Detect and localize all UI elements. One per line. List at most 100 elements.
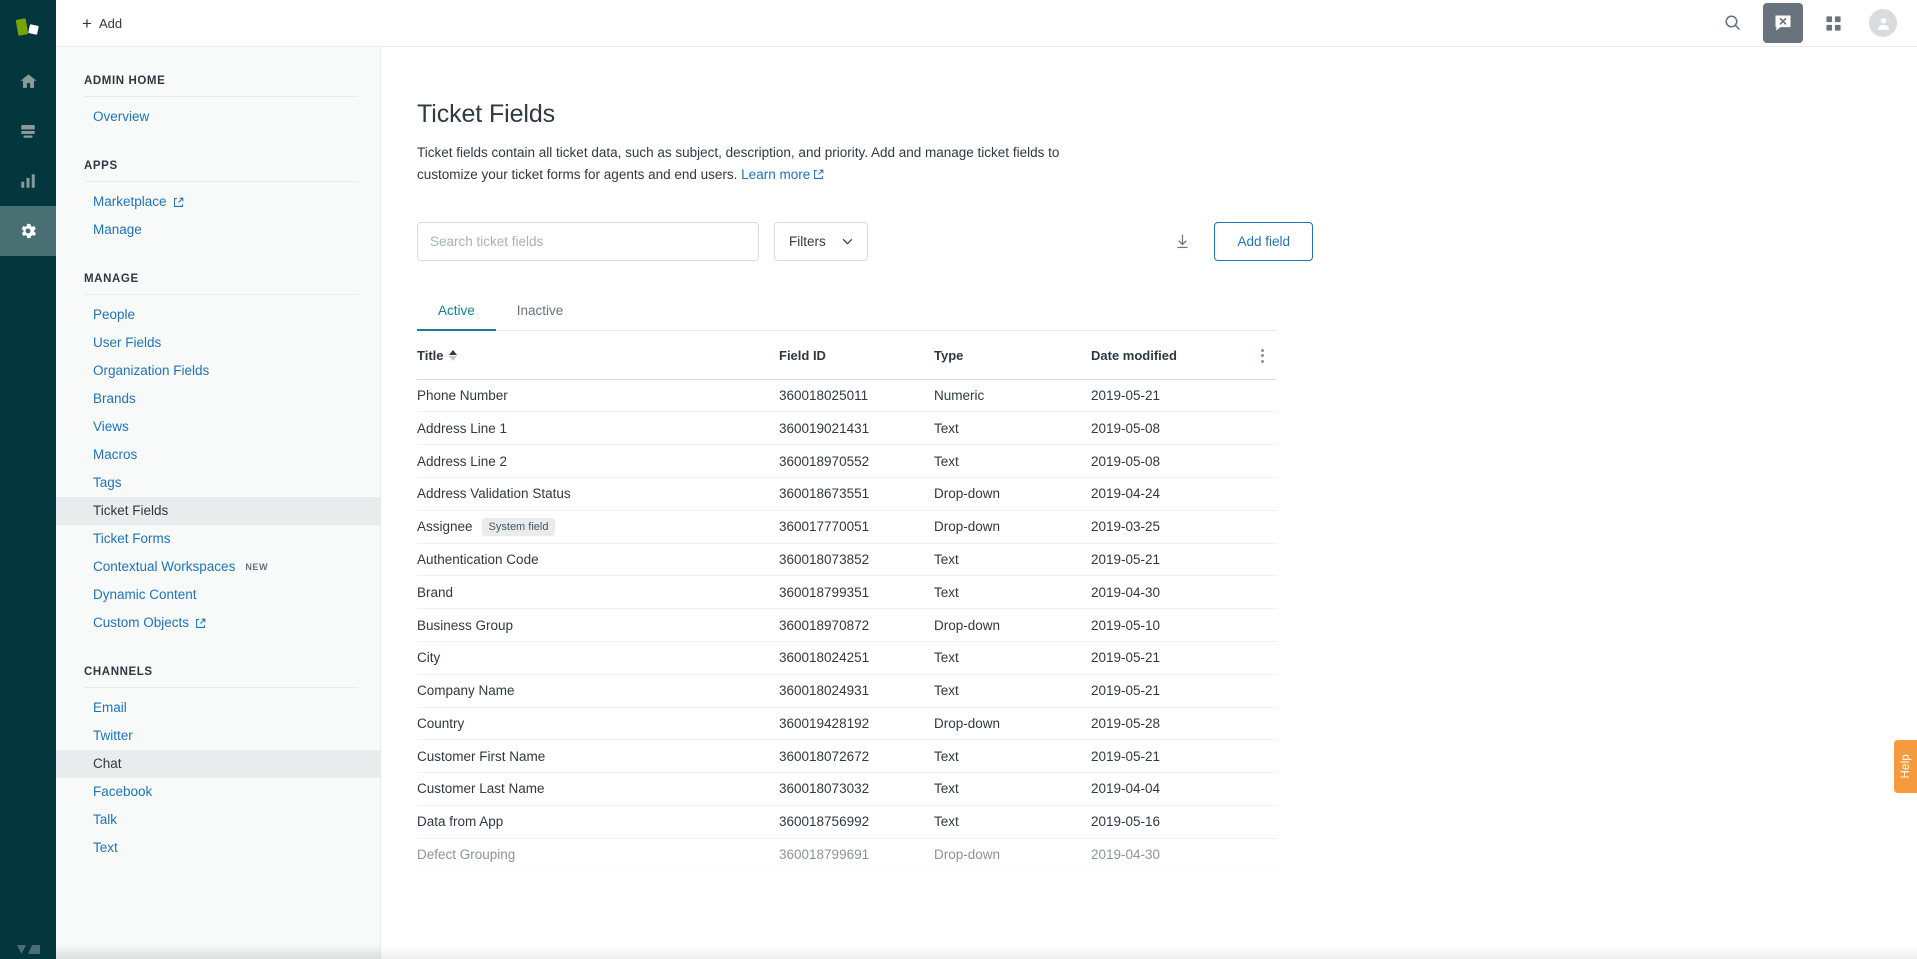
sidebar-item-facebook[interactable]: Facebook: [56, 778, 380, 806]
ticket-fields-table: Title Field ID Type Date modified: [417, 331, 1277, 872]
field-title: Country: [417, 716, 464, 731]
cell-date-modified: 2019-05-16: [1091, 814, 1247, 829]
table-row[interactable]: Company Name360018024931Text2019-05-21: [417, 675, 1277, 708]
tab-active[interactable]: Active: [417, 294, 496, 331]
table-row[interactable]: Business Group360018970872Drop-down2019-…: [417, 609, 1277, 642]
sidebar-item-talk[interactable]: Talk: [56, 806, 380, 834]
column-header-title-label: Title: [417, 348, 444, 363]
field-title: Defect Grouping: [417, 847, 515, 862]
external-link-icon: [813, 169, 824, 180]
filters-button[interactable]: Filters: [774, 222, 868, 261]
sidebar-item-macros[interactable]: Macros: [56, 441, 380, 469]
cell-type: Text: [934, 683, 1091, 698]
sidebar-item-views[interactable]: Views: [56, 413, 380, 441]
rail-bottom-icon[interactable]: [0, 911, 56, 959]
reporting-icon[interactable]: [0, 156, 56, 206]
sidebar-item-label: Organization Fields: [93, 362, 209, 380]
table-row[interactable]: Defect Grouping360018799691Drop-down2019…: [417, 839, 1277, 872]
field-title: Customer Last Name: [417, 781, 545, 796]
table-row[interactable]: Address Validation Status360018673551Dro…: [417, 478, 1277, 511]
cell-type: Text: [934, 454, 1091, 469]
column-header-field-id[interactable]: Field ID: [779, 348, 934, 363]
cell-field-id: 360018673551: [779, 486, 934, 501]
sidebar-item-people[interactable]: People: [56, 301, 380, 329]
table-row[interactable]: Customer First Name360018072672Text2019-…: [417, 740, 1277, 773]
cell-date-modified: 2019-03-25: [1091, 519, 1247, 534]
sidebar-item-ticket-fields[interactable]: Ticket Fields: [56, 497, 380, 525]
help-tab[interactable]: Help: [1894, 740, 1917, 793]
views-icon[interactable]: [0, 106, 56, 156]
chat-bubble-x-icon[interactable]: [1763, 3, 1803, 43]
learn-more-link[interactable]: Learn more: [741, 167, 810, 182]
table-row[interactable]: Customer Last Name360018073032Text2019-0…: [417, 773, 1277, 806]
filters-button-label: Filters: [789, 234, 826, 249]
sidebar-item-label: Facebook: [93, 783, 152, 801]
cell-field-id: 360018024931: [779, 683, 934, 698]
sidebar-item-manage[interactable]: Manage: [56, 216, 380, 244]
table-row[interactable]: Data from App360018756992Text2019-05-16: [417, 806, 1277, 839]
nav-section-title: MANAGE: [56, 273, 380, 285]
sidebar-item-label: Dynamic Content: [93, 586, 197, 604]
nav-list: MarketplaceManage: [56, 182, 380, 244]
cell-date-modified: 2019-04-24: [1091, 486, 1247, 501]
table-row[interactable]: Phone Number360018025011Numeric2019-05-2…: [417, 380, 1277, 413]
sidebar-item-tags[interactable]: Tags: [56, 469, 380, 497]
column-header-type[interactable]: Type: [934, 348, 1091, 363]
column-header-title[interactable]: Title: [417, 348, 779, 363]
table-row[interactable]: City360018024251Text2019-05-21: [417, 642, 1277, 675]
table-row[interactable]: Authentication Code360018073852Text2019-…: [417, 544, 1277, 577]
cell-title: Address Validation Status: [417, 486, 779, 501]
cell-field-id: 360018799691: [779, 847, 934, 862]
zendesk-logo[interactable]: [0, 0, 56, 56]
nav-list: EmailTwitterChat Facebook TalkText: [56, 688, 380, 862]
cell-title: Authentication Code: [417, 552, 779, 567]
table-row[interactable]: Address Line 2360018970552Text2019-05-08: [417, 445, 1277, 478]
nav-section-title: ADMIN HOME: [56, 75, 380, 87]
field-title: Customer First Name: [417, 749, 545, 764]
sidebar-item-marketplace[interactable]: Marketplace: [56, 188, 380, 216]
product-rail: [0, 0, 56, 959]
table-row[interactable]: AssigneeSystem field360017770051Drop-dow…: [417, 511, 1277, 544]
cell-field-id: 360018799351: [779, 585, 934, 600]
gear-icon[interactable]: [0, 206, 56, 256]
sidebar-item-organization-fields[interactable]: Organization Fields: [56, 357, 380, 385]
column-header-date-modified[interactable]: Date modified: [1091, 348, 1247, 363]
field-title: Company Name: [417, 683, 515, 698]
home-icon[interactable]: [0, 56, 56, 106]
table-row[interactable]: Address Line 1360019021431Text2019-05-08: [417, 412, 1277, 445]
cell-title: Address Line 2: [417, 454, 779, 469]
cell-title: Address Line 1: [417, 421, 779, 436]
nav-group-apps: APPSMarketplaceManage: [56, 160, 380, 244]
cell-date-modified: 2019-04-04: [1091, 781, 1247, 796]
field-title: Data from App: [417, 814, 503, 829]
search-input[interactable]: [417, 222, 759, 261]
sidebar-item-user-fields[interactable]: User Fields: [56, 329, 380, 357]
apps-grid-icon[interactable]: [1813, 3, 1853, 43]
tab-bar: Active Inactive: [417, 294, 1277, 331]
sidebar-item-ticket-forms[interactable]: Ticket Forms: [56, 525, 380, 553]
sidebar-item-dynamic-content[interactable]: Dynamic Content: [56, 581, 380, 609]
sidebar-item-custom-objects[interactable]: Custom Objects: [56, 609, 380, 637]
download-icon[interactable]: [1169, 228, 1195, 254]
add-button[interactable]: + Add: [74, 10, 130, 37]
sidebar-item-text[interactable]: Text: [56, 834, 380, 862]
add-field-button[interactable]: Add field: [1214, 222, 1313, 261]
page-title: Ticket Fields: [417, 99, 1313, 129]
table-row[interactable]: Brand360018799351Text2019-04-30: [417, 576, 1277, 609]
table-row[interactable]: Country360019428192Drop-down2019-05-28: [417, 708, 1277, 741]
sidebar-item-chat[interactable]: Chat: [56, 750, 380, 778]
cell-type: Text: [934, 585, 1091, 600]
sidebar-item-brands[interactable]: Brands: [56, 385, 380, 413]
cell-title: Brand: [417, 585, 779, 600]
sidebar-item-overview[interactable]: Overview: [56, 103, 380, 131]
cell-date-modified: 2019-05-21: [1091, 650, 1247, 665]
table-options-menu[interactable]: [1247, 346, 1277, 366]
search-icon[interactable]: [1713, 3, 1753, 43]
sidebar-item-label: User Fields: [93, 334, 161, 352]
tab-inactive[interactable]: Inactive: [496, 294, 585, 331]
cell-field-id: 360018073032: [779, 781, 934, 796]
sidebar-item-twitter[interactable]: Twitter: [56, 722, 380, 750]
sidebar-item-contextual-workspaces[interactable]: Contextual WorkspacesNEW: [56, 553, 380, 581]
avatar[interactable]: [1863, 3, 1903, 43]
sidebar-item-email[interactable]: Email: [56, 694, 380, 722]
